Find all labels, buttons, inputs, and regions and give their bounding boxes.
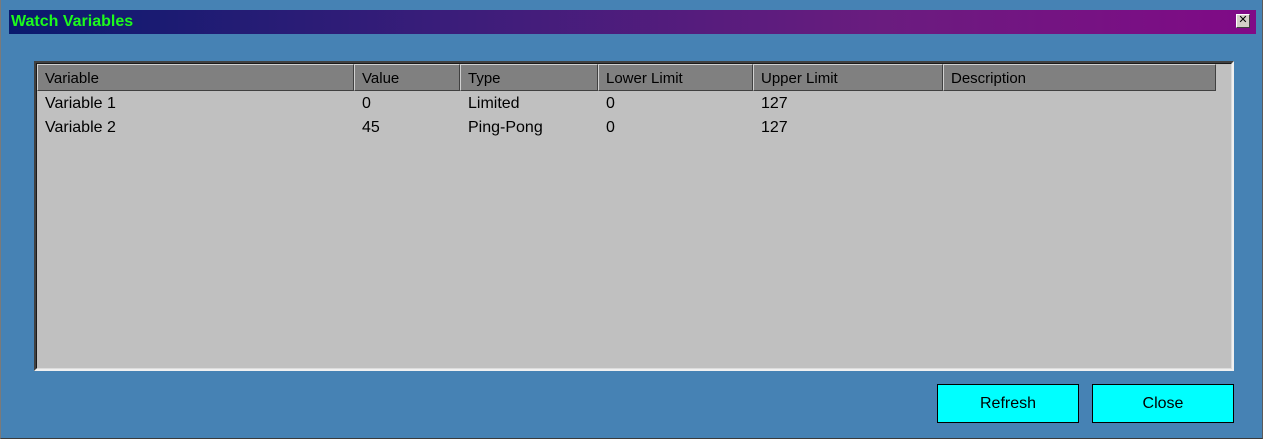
title-bar[interactable]: Watch Variables ✕ <box>9 10 1256 34</box>
list-rows: Variable 1 0 Limited 0 127 Variable 2 45… <box>37 91 1231 139</box>
window-title: Watch Variables <box>11 13 134 30</box>
column-header-value[interactable]: Value <box>354 64 460 91</box>
cell-upper-limit: 127 <box>761 95 788 112</box>
column-header-type[interactable]: Type <box>460 64 598 91</box>
cell-type: Limited <box>468 95 520 112</box>
cell-variable: Variable 1 <box>45 95 116 112</box>
cell-lower-limit: 0 <box>606 95 615 112</box>
variables-list[interactable]: Variable Value Type Lower Limit Upper Li… <box>34 61 1234 371</box>
column-header-upper-limit[interactable]: Upper Limit <box>753 64 943 91</box>
close-button[interactable]: Close <box>1092 384 1234 423</box>
list-frame: Variable Value Type Lower Limit Upper Li… <box>36 63 1232 369</box>
column-header-lower-limit[interactable]: Lower Limit <box>598 64 753 91</box>
cell-value: 0 <box>362 95 371 112</box>
table-row[interactable]: Variable 1 0 Limited 0 127 <box>37 91 1231 115</box>
column-header-description[interactable]: Description <box>943 64 1216 91</box>
cell-description <box>943 91 1216 115</box>
cell-lower-limit: 0 <box>606 119 615 136</box>
column-header-variable[interactable]: Variable <box>37 64 354 91</box>
refresh-button[interactable]: Refresh <box>937 384 1079 423</box>
cell-variable: Variable 2 <box>45 119 116 136</box>
table-row[interactable]: Variable 2 45 Ping-Pong 0 127 <box>37 115 1231 139</box>
close-icon[interactable]: ✕ <box>1236 14 1250 28</box>
list-header: Variable Value Type Lower Limit Upper Li… <box>37 64 1216 91</box>
watch-variables-window: Watch Variables ✕ Variable Value Type Lo… <box>0 0 1263 439</box>
cell-type: Ping-Pong <box>468 119 543 136</box>
cell-upper-limit: 127 <box>761 119 788 136</box>
cell-value: 45 <box>362 119 380 136</box>
cell-description <box>943 115 1216 139</box>
